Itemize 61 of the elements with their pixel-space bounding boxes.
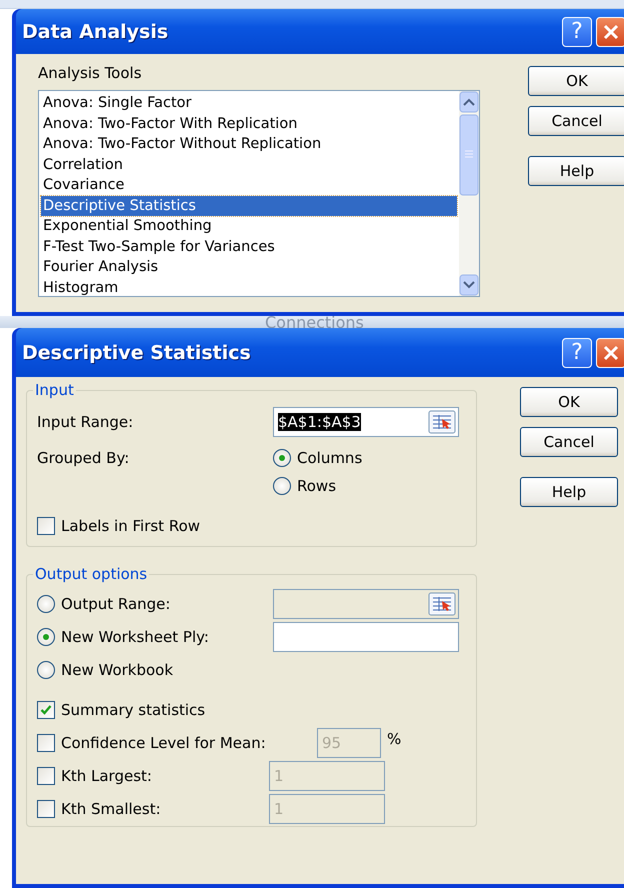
cancel-button[interactable]: Cancel xyxy=(528,106,624,136)
list-item[interactable]: Exponential Smoothing xyxy=(41,216,457,236)
checkbox[interactable] xyxy=(37,766,55,784)
check-icon xyxy=(40,704,52,716)
checkbox[interactable] xyxy=(37,701,55,719)
field-label: Grouped By: xyxy=(37,449,130,467)
output-range-field[interactable] xyxy=(273,588,459,618)
list-item[interactable]: Fourier Analysis xyxy=(41,257,457,278)
list-label: Analysis Tools xyxy=(38,64,143,82)
list-item[interactable]: Correlation xyxy=(41,154,457,175)
close-button[interactable] xyxy=(596,16,624,46)
cancel-button[interactable]: Cancel xyxy=(520,427,618,457)
window-title: Descriptive Statistics xyxy=(22,342,251,364)
field-value: 95 xyxy=(322,734,342,752)
radio-label: Output Range: xyxy=(61,594,170,612)
range-picker-icon[interactable] xyxy=(428,410,456,434)
list-item[interactable]: Descriptive Statistics xyxy=(41,196,457,216)
checkbox-label: Summary statistics xyxy=(61,701,206,719)
radio-label: New Workbook xyxy=(61,660,174,678)
scrollbar[interactable] xyxy=(459,91,479,296)
unit-label: % xyxy=(387,730,402,748)
ok-button[interactable]: OK xyxy=(520,387,618,417)
field-value: $A$1:$A$3 xyxy=(278,413,361,431)
radio-button[interactable] xyxy=(37,628,55,646)
radio-button[interactable] xyxy=(273,449,291,467)
list-item[interactable]: Covariance xyxy=(41,175,457,196)
field-label: Input Range: xyxy=(37,413,134,431)
checkbox-label: Kth Smallest: xyxy=(61,800,161,818)
tool-list[interactable] xyxy=(38,90,480,297)
list-item[interactable]: Anova: Single Factor xyxy=(41,93,457,114)
list-item[interactable]: F-Test Two-Sample for Variances xyxy=(41,236,457,257)
radio-button[interactable] xyxy=(37,594,55,612)
help-button[interactable]: Help xyxy=(520,477,618,507)
checkbox[interactable] xyxy=(37,800,55,818)
radio-label: Columns xyxy=(297,449,362,467)
checkbox[interactable] xyxy=(37,517,55,535)
list-item[interactable]: Anova: Two-Factor Without Replication xyxy=(41,134,457,154)
close-icon xyxy=(602,344,620,362)
checkbox[interactable] xyxy=(37,734,55,752)
input-range-field[interactable]: $A$1:$A$3 xyxy=(273,407,459,437)
list-item[interactable]: Anova: Two-Factor With Replication xyxy=(41,114,457,134)
list-item[interactable]: Histogram xyxy=(41,278,457,298)
help-button[interactable]: Help xyxy=(528,156,624,186)
field-value: 1 xyxy=(274,766,284,784)
radio-label: Rows xyxy=(297,477,336,495)
checkbox-label: Confidence Level for Mean: xyxy=(61,734,266,752)
radio-button[interactable] xyxy=(273,477,291,495)
group-legend: Output options xyxy=(33,565,150,583)
ok-button[interactable]: OK xyxy=(528,66,624,96)
close-button[interactable] xyxy=(596,338,624,368)
field-value: 1 xyxy=(274,800,284,818)
group-legend: Input xyxy=(33,381,76,399)
radio-label: New Worksheet Ply: xyxy=(61,628,209,646)
window-title: Data Analysis xyxy=(22,20,168,42)
range-picker-icon[interactable] xyxy=(428,592,456,616)
checkbox-label: Kth Largest: xyxy=(61,766,152,784)
ribbon-label: Connections xyxy=(265,316,364,328)
worksheet-name-field[interactable] xyxy=(273,622,459,652)
close-icon xyxy=(602,22,620,40)
checkbox-label: Labels in First Row xyxy=(61,517,200,535)
radio-button[interactable] xyxy=(37,660,55,678)
